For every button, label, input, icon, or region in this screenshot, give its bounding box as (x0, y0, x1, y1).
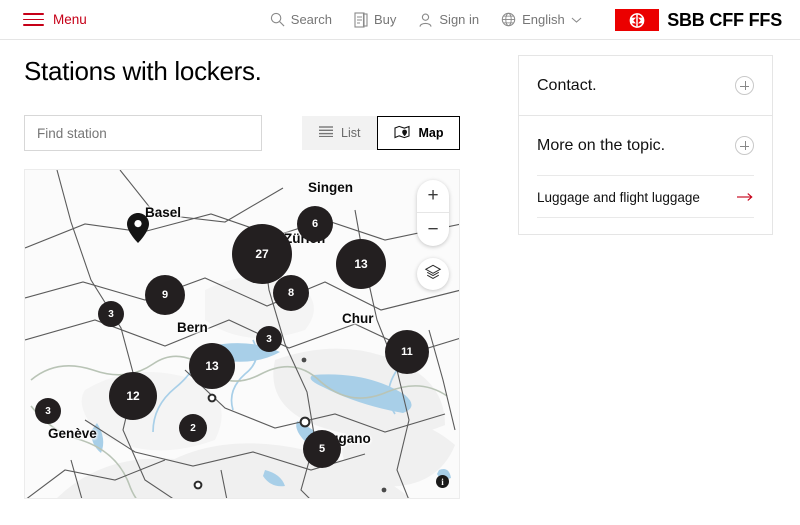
tab-list[interactable]: List (302, 116, 378, 150)
station-map[interactable]: Basel Singen Zürich Bern Chur Genève Lug… (24, 169, 460, 499)
accordion-contact-title: Contact. (537, 76, 597, 94)
list-icon (319, 126, 333, 140)
map-cluster-marker[interactable]: 9 (145, 275, 185, 315)
accordion-contact[interactable]: Contact. (519, 56, 772, 116)
nav-signin-label: Sign in (439, 12, 480, 27)
arrow-right-icon (737, 189, 754, 205)
map-controls-row: List Map (24, 115, 500, 151)
map-layers-button[interactable] (417, 258, 449, 290)
map-cluster-marker[interactable]: 8 (273, 275, 309, 311)
search-icon (270, 12, 285, 27)
user-icon (418, 12, 433, 28)
plus-icon (735, 136, 754, 155)
chevron-down-icon (571, 16, 582, 24)
accordion-more-content: Luggage and flight luggage (519, 175, 772, 234)
map-cluster-marker[interactable]: 3 (35, 398, 61, 424)
tab-map[interactable]: Map (377, 116, 461, 150)
zoom-out-button[interactable]: − (417, 213, 449, 246)
page-body: Stations with lockers. List (0, 40, 800, 499)
map-cluster-marker[interactable]: 13 (336, 239, 386, 289)
map-cluster-marker[interactable]: 3 (98, 301, 124, 327)
tab-map-label: Map (418, 126, 444, 140)
nav-signin[interactable]: Sign in (418, 12, 479, 28)
map-cluster-marker[interactable]: 2 (179, 414, 207, 442)
layers-icon (424, 263, 442, 286)
search-input[interactable] (24, 115, 262, 151)
map-cluster-marker[interactable]: 6 (297, 206, 333, 242)
nav-language-label: English (522, 12, 565, 27)
map-cluster-marker[interactable]: 27 (232, 224, 292, 284)
hamburger-icon (23, 13, 44, 26)
sbb-logo[interactable]: SBB CFF FFS (615, 9, 782, 31)
page-title: Stations with lockers. (24, 56, 262, 86)
map-pin-icon (394, 125, 411, 142)
accordion-more-header[interactable]: More on the topic. (519, 116, 772, 175)
map-cluster-marker[interactable]: 11 (385, 330, 429, 374)
accordion-more-on-topic: More on the topic. Luggage and flight lu… (519, 116, 772, 234)
map-cluster-marker[interactable]: 12 (109, 372, 157, 420)
nav-buy[interactable]: Buy (354, 11, 397, 28)
menu-label: Menu (53, 12, 87, 27)
nav-search[interactable]: Search (270, 12, 332, 27)
view-toggle: List Map (302, 116, 461, 150)
sidebar-panel: Contact. More on the topic. Luggage and … (518, 55, 773, 235)
link-luggage-and-flight-luggage[interactable]: Luggage and flight luggage (537, 176, 754, 218)
tab-list-label: List (341, 126, 361, 140)
nav-search-label: Search (290, 12, 332, 27)
menu-button[interactable]: Menu (23, 12, 87, 27)
plus-icon (735, 76, 754, 95)
site-header: Menu Search Buy Sign in English SBB CFF … (0, 0, 800, 40)
nav-language[interactable]: English (501, 12, 582, 27)
accordion-more-title: More on the topic. (537, 136, 666, 154)
link-label: Luggage and flight luggage (537, 189, 700, 205)
globe-icon (501, 12, 516, 27)
map-cluster-marker[interactable]: 13 (189, 343, 235, 389)
ticket-icon (354, 11, 368, 28)
main-column: Stations with lockers. List (0, 52, 500, 499)
map-cluster-marker[interactable]: 3 (256, 326, 282, 352)
sidebar: Contact. More on the topic. Luggage and … (500, 52, 800, 499)
map-zoom-controls: + − (417, 180, 449, 246)
zoom-in-button[interactable]: + (417, 180, 449, 213)
header-nav: Search Buy Sign in English (270, 11, 582, 28)
sbb-logo-text: SBB CFF FFS (667, 9, 782, 30)
sbb-symbol-icon (615, 9, 660, 31)
location-pin-icon[interactable] (126, 212, 150, 249)
map-cluster-marker[interactable]: 5 (303, 430, 341, 468)
nav-buy-label: Buy (373, 12, 397, 27)
map-info-button[interactable]: i (436, 475, 449, 488)
